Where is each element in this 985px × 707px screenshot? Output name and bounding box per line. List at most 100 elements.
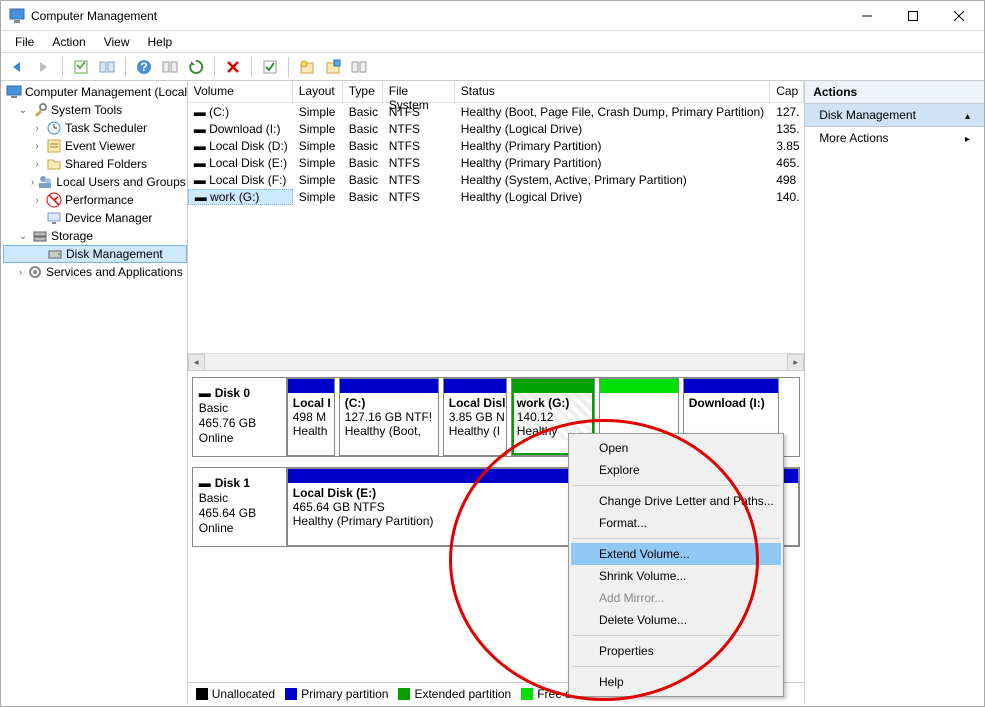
menu-action[interactable]: Action <box>44 33 93 51</box>
menu-open[interactable]: Open <box>571 437 781 459</box>
toolbar-icon-5[interactable] <box>322 56 344 78</box>
users-icon <box>37 174 53 190</box>
window-title: Computer Management <box>31 9 844 23</box>
partition[interactable]: (C:)127.16 GB NTF!Healthy (Boot, <box>339 378 439 456</box>
menu-help[interactable]: Help <box>140 33 181 51</box>
tree-disk-management[interactable]: Disk Management <box>3 245 187 263</box>
toolbar-icon-1[interactable] <box>70 56 92 78</box>
tree-label: Device Manager <box>65 211 152 225</box>
tree-label: Event Viewer <box>65 139 135 153</box>
tree-label: Shared Folders <box>65 157 147 171</box>
toolbar-icon-4[interactable] <box>296 56 318 78</box>
submenu-icon <box>965 131 970 145</box>
menu-explore[interactable]: Explore <box>571 459 781 481</box>
tree-task-scheduler[interactable]: ›Task Scheduler <box>3 119 187 137</box>
tree-services[interactable]: ›Services and Applications <box>3 263 187 281</box>
volume-row[interactable]: ▬ Local Disk (D:)SimpleBasicNTFSHealthy … <box>188 137 804 154</box>
col-layout[interactable]: Layout <box>293 81 343 102</box>
volume-row[interactable]: ▬ Local Disk (F:)SimpleBasicNTFSHealthy … <box>188 171 804 188</box>
tree-root[interactable]: Computer Management (Local <box>3 83 187 101</box>
col-cap[interactable]: Cap <box>770 81 804 102</box>
tree-local-users[interactable]: ›Local Users and Groups <box>3 173 187 191</box>
tree-label: Computer Management (Local <box>25 85 187 99</box>
col-type[interactable]: Type <box>343 81 383 102</box>
legend-unallocated: Unallocated <box>196 687 275 701</box>
menubar: File Action View Help <box>1 31 984 53</box>
toolbar-icon-3[interactable] <box>159 56 181 78</box>
storage-icon <box>32 228 48 244</box>
drive-icon: ▬ <box>194 156 209 170</box>
toolbar: ? <box>1 53 984 81</box>
close-button[interactable] <box>936 1 982 31</box>
horizontal-scrollbar[interactable]: ◂▸ <box>188 353 804 370</box>
gear-icon <box>27 264 43 280</box>
tree-label: Performance <box>65 193 134 207</box>
legend-free: Free s <box>521 687 571 701</box>
menu-view[interactable]: View <box>96 33 138 51</box>
tree-label: Local Users and Groups <box>56 175 185 189</box>
tools-icon <box>32 102 48 118</box>
navigation-tree[interactable]: Computer Management (Local ⌄ System Tool… <box>1 81 188 704</box>
tree-device-manager[interactable]: Device Manager <box>3 209 187 227</box>
tree-performance[interactable]: ›Performance <box>3 191 187 209</box>
col-status[interactable]: Status <box>455 81 770 102</box>
volume-row[interactable]: ▬ work (G:)SimpleBasicNTFSHealthy (Logic… <box>188 188 804 205</box>
actions-more[interactable]: More Actions <box>805 127 984 149</box>
menu-add-mirror: Add Mirror... <box>571 587 781 609</box>
toolbar-icon-2[interactable] <box>96 56 118 78</box>
legend-extended: Extended partition <box>398 687 511 701</box>
tree-label: System Tools <box>51 103 122 117</box>
tree-label: Disk Management <box>66 247 163 261</box>
menu-help[interactable]: Help <box>571 671 781 693</box>
menu-shrink-volume[interactable]: Shrink Volume... <box>571 565 781 587</box>
maximize-button[interactable] <box>890 1 936 31</box>
toolbar-icon-6[interactable] <box>348 56 370 78</box>
actions-pane: Actions Disk Management More Actions <box>805 81 984 704</box>
delete-icon[interactable] <box>222 56 244 78</box>
col-fs[interactable]: File System <box>383 81 455 102</box>
toolbar-check-icon[interactable] <box>259 56 281 78</box>
tree-storage[interactable]: ⌄Storage <box>3 227 187 245</box>
menu-properties[interactable]: Properties <box>571 640 781 662</box>
volume-list-header: Volume Layout Type File System Status Ca… <box>188 81 804 103</box>
computer-icon <box>6 84 22 100</box>
volume-list: Volume Layout Type File System Status Ca… <box>188 81 804 371</box>
disk-icon <box>47 246 63 262</box>
drive-icon: ▬ <box>194 139 209 153</box>
menu-format[interactable]: Format... <box>571 512 781 534</box>
disk-info: ▬Disk 0 Basic 465.76 GB Online <box>193 378 287 456</box>
refresh-icon[interactable] <box>185 56 207 78</box>
tree-system-tools[interactable]: ⌄ System Tools <box>3 101 187 119</box>
tree-shared-folders[interactable]: ›Shared Folders <box>3 155 187 173</box>
forward-button[interactable] <box>33 56 55 78</box>
tree-label: Storage <box>51 229 93 243</box>
tree-event-viewer[interactable]: ›Event Viewer <box>3 137 187 155</box>
menu-change-drive-letter[interactable]: Change Drive Letter and Paths... <box>571 490 781 512</box>
volume-list-body[interactable]: ▬ (C:)SimpleBasicNTFSHealthy (Boot, Page… <box>188 103 804 353</box>
disk-icon: ▬ <box>199 386 211 400</box>
back-button[interactable] <box>7 56 29 78</box>
drive-icon: ▬ <box>194 122 209 136</box>
partition[interactable]: Local I498 MHealth <box>287 378 335 456</box>
collapse-icon <box>965 108 970 122</box>
volume-row[interactable]: ▬ Download (I:)SimpleBasicNTFSHealthy (L… <box>188 120 804 137</box>
context-menu: Open Explore Change Drive Letter and Pat… <box>568 433 784 697</box>
actions-header: Actions <box>805 81 984 104</box>
window-controls <box>844 1 982 31</box>
volume-row[interactable]: ▬ (C:)SimpleBasicNTFSHealthy (Boot, Page… <box>188 103 804 120</box>
menu-file[interactable]: File <box>7 33 42 51</box>
volume-row[interactable]: ▬ Local Disk (E:)SimpleBasicNTFSHealthy … <box>188 154 804 171</box>
scroll-left-button[interactable]: ◂ <box>188 354 205 371</box>
drive-icon: ▬ <box>195 190 210 204</box>
device-icon <box>46 210 62 226</box>
partition[interactable]: Local Disl3.85 GB NHealthy (I <box>443 378 507 456</box>
drive-icon: ▬ <box>194 173 209 187</box>
menu-extend-volume[interactable]: Extend Volume... <box>571 543 781 565</box>
scroll-right-button[interactable]: ▸ <box>787 354 804 371</box>
menu-delete-volume[interactable]: Delete Volume... <box>571 609 781 631</box>
actions-disk-management[interactable]: Disk Management <box>805 104 984 127</box>
col-volume[interactable]: Volume <box>188 81 293 102</box>
app-icon <box>9 8 25 24</box>
minimize-button[interactable] <box>844 1 890 31</box>
help-icon[interactable]: ? <box>133 56 155 78</box>
